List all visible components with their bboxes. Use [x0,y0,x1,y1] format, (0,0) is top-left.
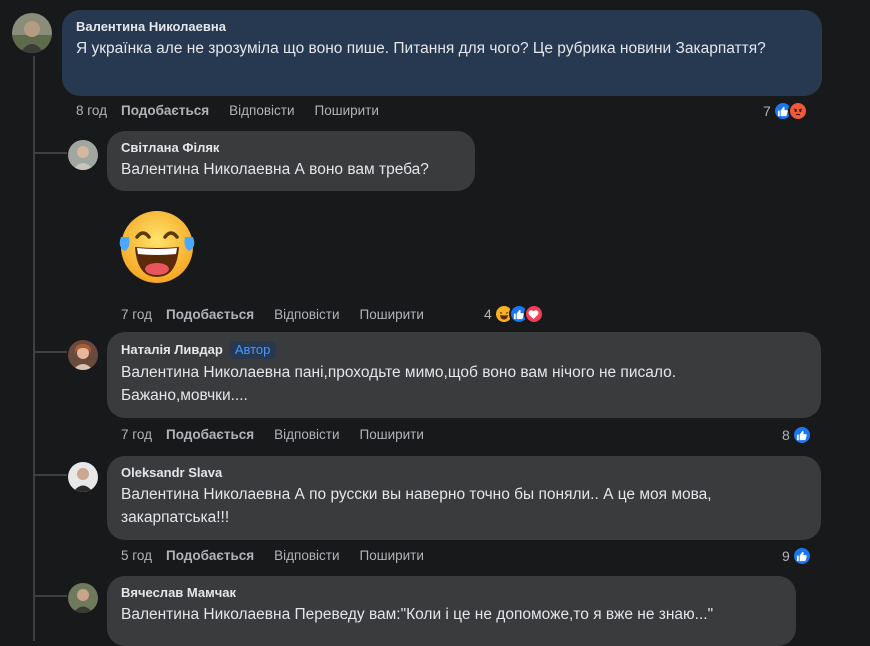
comment-timestamp[interactable]: 8 год [76,103,107,118]
avatar[interactable] [12,13,52,53]
comment-author[interactable]: Вячеслав Мамчак [121,585,782,601]
thread-branch [33,152,67,154]
comment-author[interactable]: Світлана Філяк [121,140,461,156]
like-button[interactable]: Подобається [121,103,209,118]
comment-text: Валентина Николаевна А по русски вы наве… [121,486,712,526]
avatar[interactable] [68,340,98,370]
thread-branch [33,595,67,597]
share-button[interactable]: Поширити [360,427,424,442]
reply-button[interactable]: Відповісти [274,548,339,563]
author-badge: Автор [228,341,277,359]
comment-timestamp[interactable]: 5 год [121,548,152,563]
comment-text: Валентина Николаевна пані,проходьте мимо… [121,364,677,404]
reaction-count: 4 [484,306,492,322]
comment-bubble: Вячеслав Мамчак Валентина Николаевна Пер… [107,576,796,646]
comment-header: Наталія Ливдар Автор [121,341,807,359]
comment-timestamp[interactable]: 7 год [121,307,152,322]
comment-bubble: Наталія Ливдар Автор Валентина Николаевн… [107,332,821,418]
reaction-summary[interactable]: 9 [782,546,812,566]
like-icon [791,425,812,445]
reply-button[interactable]: Відповісти [274,307,339,322]
avatar[interactable] [68,583,98,613]
comment-author[interactable]: Oleksandr Slava [121,465,807,481]
angry-icon [787,101,808,121]
comment-bubble: Валентина Николаевна Я українка але не з… [62,10,822,96]
comment-actions: 8 год Подобається Відповісти Поширити [76,103,399,118]
reply-button[interactable]: Відповісти [274,427,339,442]
reaction-summary[interactable]: 7 [763,101,808,121]
comment-text: Валентина Николаевна Переведу вам:"Коли … [121,606,714,623]
reaction-summary[interactable]: 4 [484,304,544,324]
like-button[interactable]: Подобається [166,548,254,563]
share-button[interactable]: Поширити [360,307,424,322]
comment-timestamp[interactable]: 7 год [121,427,152,442]
like-button[interactable]: Подобається [166,427,254,442]
comment-author[interactable]: Наталія Ливдар [121,342,223,358]
like-icon [791,546,812,566]
avatar[interactable] [68,462,98,492]
comment-author[interactable]: Валентина Николаевна [76,19,808,35]
comment-bubble: Oleksandr Slava Валентина Николаевна А п… [107,456,821,540]
comment-bubble: Світлана Філяк Валентина Николаевна А во… [107,131,475,191]
avatar[interactable] [68,140,98,170]
comment-text: Я українка але не зрозуміла що воно пише… [76,40,766,57]
love-icon [523,304,544,324]
laughing-emoji-sticker[interactable] [115,207,199,287]
share-button[interactable]: Поширити [315,103,379,118]
reaction-count: 9 [782,548,790,564]
thread-branch [33,474,67,476]
reaction-count: 7 [763,103,771,119]
comment-actions: 5 год Подобається Відповісти Поширити [121,548,444,563]
comment-actions: 7 год Подобається Відповісти Поширити [121,307,444,322]
thread-branch [33,351,67,353]
comment-actions: 7 год Подобається Відповісти Поширити [121,427,444,442]
reaction-count: 8 [782,427,790,443]
reply-button[interactable]: Відповісти [229,103,294,118]
comment-text: Валентина Николаевна А воно вам треба? [121,161,429,178]
thread-line [33,56,35,641]
share-button[interactable]: Поширити [360,548,424,563]
like-button[interactable]: Подобається [166,307,254,322]
reaction-summary[interactable]: 8 [782,425,812,445]
